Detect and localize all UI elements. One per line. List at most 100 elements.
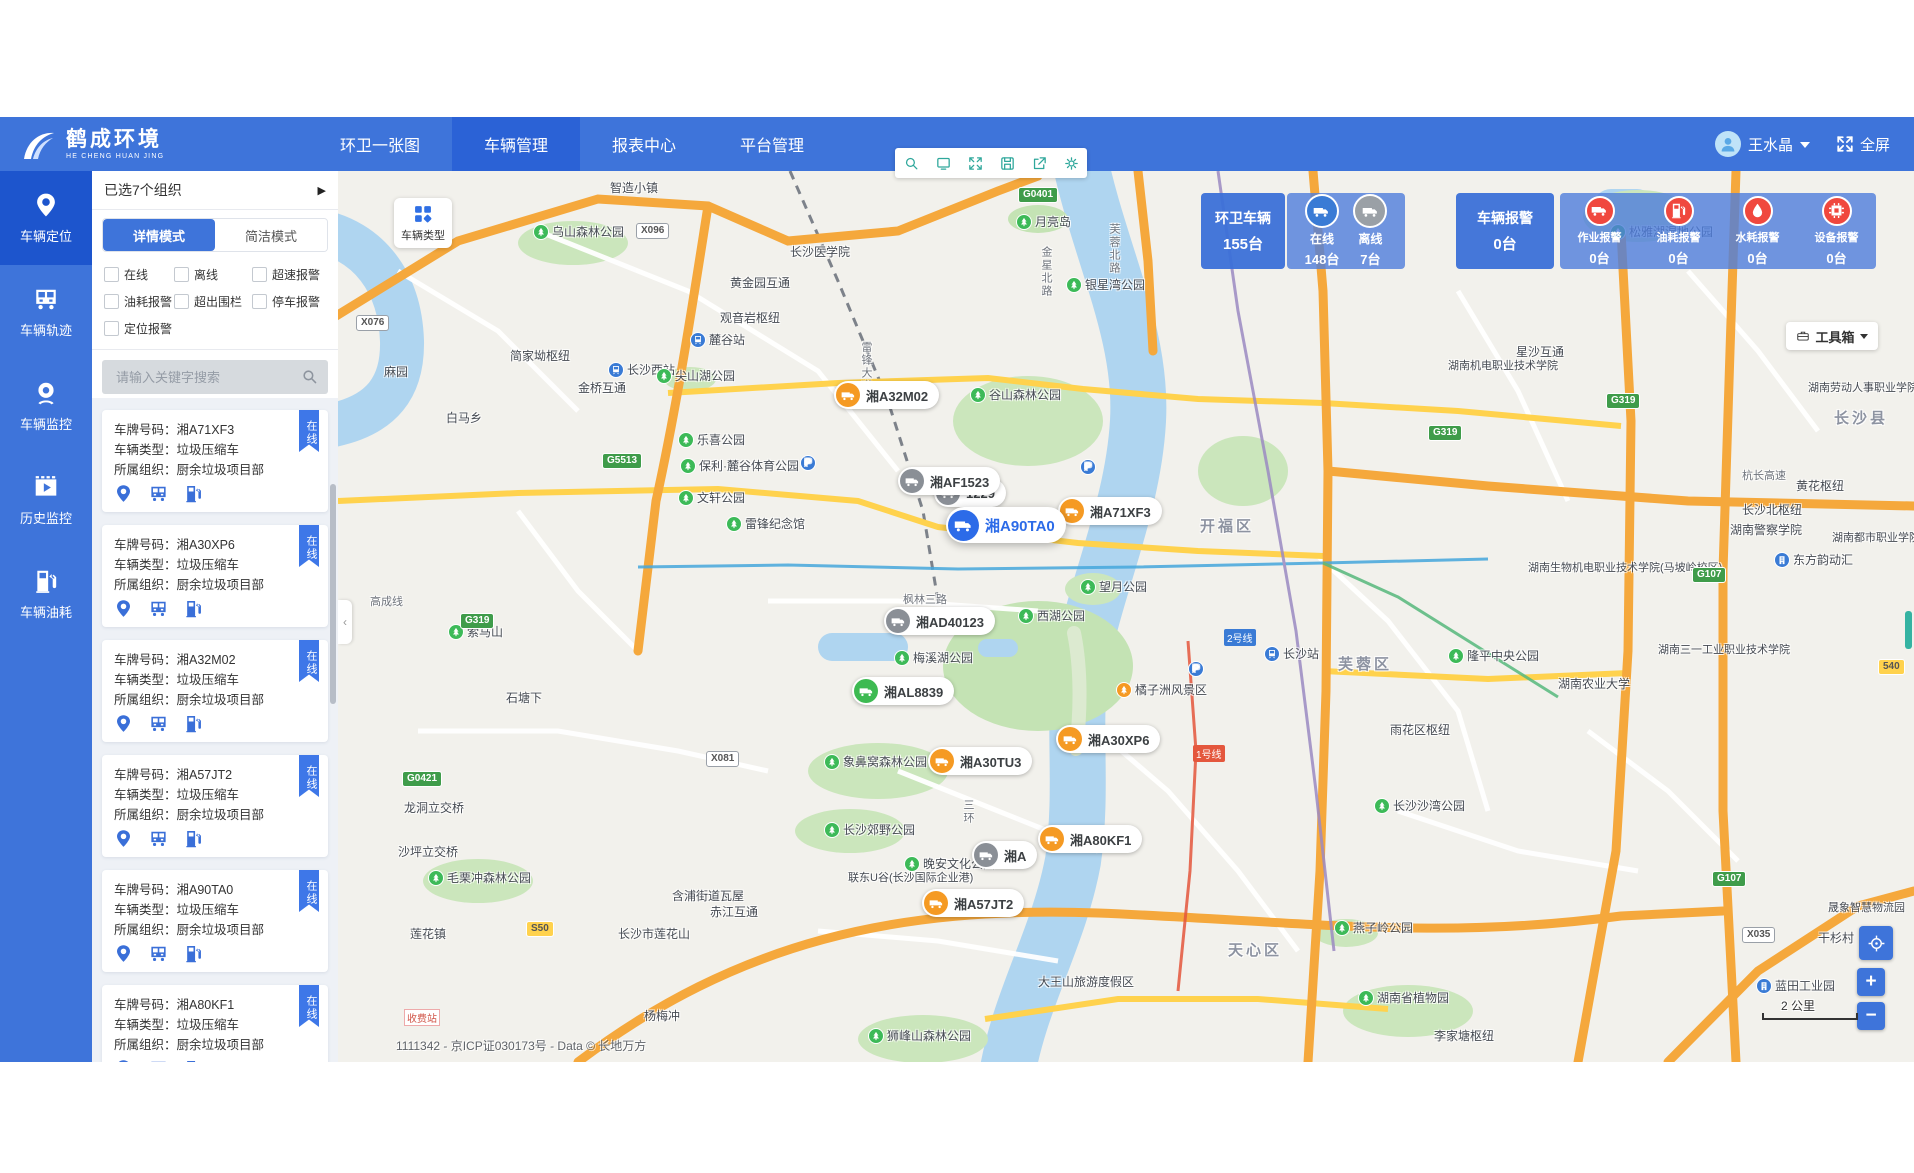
map-canvas[interactable]: 智造小镇乌山森林公园长沙医学院黄金园互通月亮岛观音岩枢纽银星湾公园金星北路芙蓉北… (338, 171, 1914, 1062)
expand-icon[interactable] (967, 155, 984, 172)
track-icon[interactable] (149, 944, 168, 963)
sidebar-item-vehicle-fuel[interactable]: 车辆油耗 (0, 547, 92, 641)
export-icon[interactable] (1031, 155, 1048, 172)
stat-water-alarm: 水耗报警 0台 (1718, 196, 1797, 267)
filter-offline[interactable]: 离线 (174, 266, 252, 283)
sidebar-item-vehicle-monitor[interactable]: 车辆监控 (0, 359, 92, 453)
checkbox[interactable] (104, 294, 119, 309)
online-truck-icon (1305, 194, 1339, 228)
user-menu[interactable]: 王水晶 (1715, 131, 1810, 157)
checkbox[interactable] (104, 321, 119, 336)
checkbox[interactable] (174, 267, 189, 282)
vehicle-card[interactable]: 车牌号码：湘A71XF3 车辆类型：垃圾压缩车 所属组织：厨余垃圾项目部 在线 (102, 410, 328, 512)
org-selector[interactable]: 已选7个组织 ▶ (92, 171, 338, 210)
vehicle-marker[interactable]: 湘AL8839 (852, 677, 954, 705)
zoom-out-button[interactable]: − (1857, 1002, 1885, 1030)
track-icon[interactable] (149, 829, 168, 848)
checkbox[interactable] (174, 294, 189, 309)
locate-icon[interactable] (114, 714, 133, 733)
locate-icon[interactable] (114, 484, 133, 503)
tab-detail-mode[interactable]: 详情模式 (103, 219, 215, 251)
fuel-icon[interactable] (184, 599, 203, 618)
fuel-icon[interactable] (184, 484, 203, 503)
road-shield: G0401 (1018, 187, 1058, 203)
sidebar-item-history-monitor[interactable]: 历史监控 (0, 453, 92, 547)
vehicle-marker[interactable]: 湘A90TA0 (946, 507, 1066, 543)
road-shield: G107 (1712, 871, 1746, 887)
fullscreen-button[interactable]: 全屏 (1836, 134, 1890, 155)
filter-parking-alarm[interactable]: 停车报警 (252, 293, 320, 310)
track-icon[interactable] (149, 599, 168, 618)
filter-locate-alarm[interactable]: 定位报警 (104, 320, 174, 337)
vehicle-marker[interactable]: 湘A32M02 (834, 381, 939, 409)
toolbox-button[interactable]: 工具箱 (1786, 322, 1878, 350)
map-text-label: 赤江互通 (710, 903, 758, 920)
map-scrollbar-thumb[interactable] (1905, 611, 1912, 649)
locate-icon[interactable] (114, 1059, 133, 1062)
fuel-icon[interactable] (184, 714, 203, 733)
sidebar: 车辆定位 车辆轨迹 车辆监控 历史监控 车辆油耗 (0, 171, 92, 1062)
track-icon[interactable] (149, 1059, 168, 1062)
truck-icon (924, 891, 948, 915)
checkbox[interactable] (252, 294, 267, 309)
search-area (92, 350, 338, 398)
vehicle-marker[interactable]: 湘A57JT2 (922, 889, 1024, 917)
brand-subtitle: HE CHENG HUAN JING (66, 153, 164, 160)
checkbox[interactable] (252, 267, 267, 282)
vehicle-marker[interactable]: 湘AD40123 (884, 607, 995, 635)
map-poi-label: 月亮岛 (1016, 213, 1071, 230)
locate-icon[interactable] (114, 944, 133, 963)
map-text-label: 湖南三一工业职业技术学院 (1658, 641, 1790, 657)
nav-item-overview-map[interactable]: 环卫一张图 (308, 117, 452, 171)
map-text-label: 晟象智慧物流园 (1828, 899, 1905, 915)
map-text-label: 杨梅冲 (644, 1007, 680, 1024)
vehicle-type-button[interactable]: 车辆类型 (394, 198, 452, 248)
vehicle-marker[interactable]: 湘A30XP6 (1056, 725, 1160, 753)
panel-collapse-handle[interactable]: ‹ (338, 600, 352, 644)
fuel-icon[interactable] (184, 1059, 203, 1062)
vehicle-type: 垃圾压缩车 (177, 673, 240, 687)
vehicle-card[interactable]: 车牌号码：湘A90TA0 车辆类型：垃圾压缩车 所属组织：厨余垃圾项目部 在线 (102, 870, 328, 972)
locate-button[interactable] (1859, 926, 1893, 960)
nav-item-vehicle-management[interactable]: 车辆管理 (452, 117, 580, 171)
filter-online[interactable]: 在线 (104, 266, 174, 283)
sidebar-item-vehicle-locate[interactable]: 车辆定位 (0, 171, 92, 265)
vehicle-card[interactable]: 车牌号码：湘A30XP6 车辆类型：垃圾压缩车 所属组织：厨余垃圾项目部 在线 (102, 525, 328, 627)
settings-gear-icon[interactable] (1063, 155, 1080, 172)
vehicle-marker[interactable]: 湘A30TU3 (928, 747, 1032, 775)
panel-scrollbar-thumb[interactable] (330, 484, 336, 704)
nav-item-report-center[interactable]: 报表中心 (580, 117, 708, 171)
vehicle-marker[interactable]: 湘A80KF1 (1038, 825, 1142, 853)
map-text-label: 枫林三路 (903, 591, 947, 607)
track-icon[interactable] (149, 484, 168, 503)
parking-icon: P (1080, 459, 1096, 475)
sidebar-item-vehicle-track[interactable]: 车辆轨迹 (0, 265, 92, 359)
search-icon[interactable] (301, 368, 318, 390)
vehicle-marker[interactable]: 湘AF1523 (898, 467, 1000, 495)
vehicle-card[interactable]: 车牌号码：湘A32M02 车辆类型：垃圾压缩车 所属组织：厨余垃圾项目部 在线 (102, 640, 328, 742)
zoom-in-button[interactable]: + (1857, 968, 1885, 996)
save-icon[interactable] (999, 155, 1016, 172)
avatar (1715, 131, 1741, 157)
marker-plate-label: 湘A30XP6 (1088, 730, 1149, 749)
vehicle-plate: 湘A71XF3 (177, 423, 235, 437)
locate-icon[interactable] (114, 599, 133, 618)
locate-icon[interactable] (114, 829, 133, 848)
filter-geofence-alarm[interactable]: 超出围栏 (174, 293, 252, 310)
track-icon[interactable] (149, 714, 168, 733)
vehicle-card[interactable]: 车牌号码：湘A80KF1 车辆类型：垃圾压缩车 所属组织：厨余垃圾项目部 在线 (102, 985, 328, 1062)
vehicle-marker[interactable]: 湘A (972, 841, 1037, 869)
zoom-search-icon[interactable] (903, 155, 920, 172)
fuel-icon[interactable] (184, 829, 203, 848)
filter-fuel-alarm[interactable]: 油耗报警 (104, 293, 174, 310)
fuel-icon[interactable] (184, 944, 203, 963)
tab-simple-mode[interactable]: 简洁模式 (215, 219, 327, 251)
vehicle-marker[interactable]: 湘A71XF3 (1058, 497, 1162, 525)
vehicle-card[interactable]: 车牌号码：湘A57JT2 车辆类型：垃圾压缩车 所属组织：厨余垃圾项目部 在线 (102, 755, 328, 857)
measure-frame-icon[interactable] (935, 155, 952, 172)
search-input[interactable] (114, 369, 308, 386)
nav-item-platform-management[interactable]: 平台管理 (708, 117, 836, 171)
filter-overspeed-alarm[interactable]: 超速报警 (252, 266, 320, 283)
checkbox[interactable] (104, 267, 119, 282)
truck-icon (948, 510, 979, 541)
